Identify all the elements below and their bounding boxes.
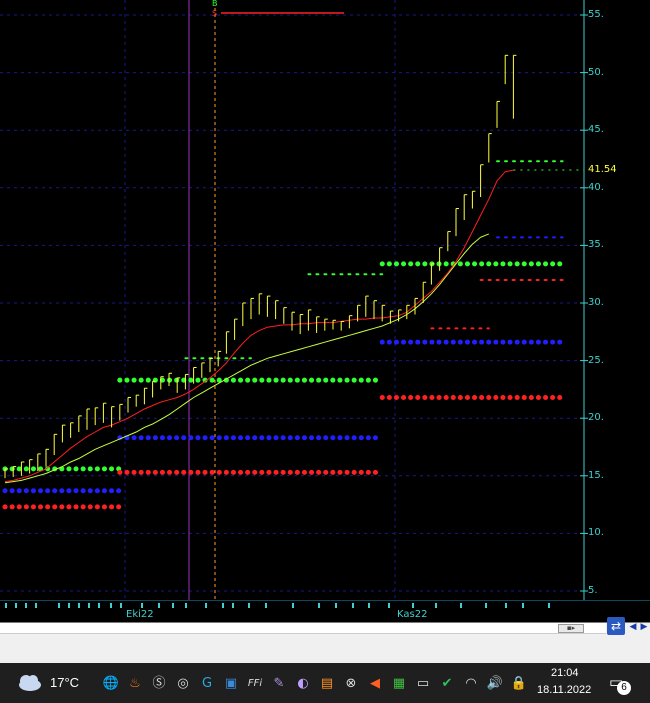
- time-tick: [435, 603, 437, 608]
- chat-app-icon[interactable]: ◐: [294, 675, 312, 693]
- price-tick-label: 25.: [588, 354, 604, 366]
- time-tick: [120, 603, 122, 608]
- last-price-label: 41.54: [588, 164, 617, 175]
- wb-app-icon[interactable]: ▣: [222, 675, 240, 693]
- price-chart[interactable]: BS: [0, 0, 650, 600]
- time-tick: [232, 603, 234, 608]
- time-tick: [15, 603, 17, 608]
- time-tick: [460, 603, 462, 608]
- slow-ma-line: [4, 233, 489, 484]
- time-tick: [412, 603, 414, 608]
- time-tick: [25, 603, 27, 608]
- windows-taskbar: 17°C 🌐 ♨ Ⓢ ◎ G ▣ FFi ✎ ◐ ▤ ⊗ ◀ ▦ ▭ ✔ ◠ 🔊…: [0, 663, 650, 703]
- time-tick: [185, 603, 187, 608]
- notification-count: 6: [617, 681, 631, 695]
- horizontal-scrollbar[interactable]: ▪▸: [0, 623, 606, 634]
- time-tick: [68, 603, 70, 608]
- time-tick: [522, 603, 524, 608]
- s-app-icon[interactable]: Ⓢ: [150, 675, 168, 693]
- time-tick: [485, 603, 487, 608]
- time-tick: [205, 603, 207, 608]
- speaker-muted-icon[interactable]: ◀: [366, 675, 384, 693]
- time-tick: [505, 603, 507, 608]
- steam-icon[interactable]: ◎: [174, 675, 192, 693]
- time-tick: [318, 603, 320, 608]
- price-tick-label: 45.: [588, 124, 604, 136]
- wifi-icon[interactable]: ◠: [462, 675, 480, 693]
- clock-date[interactable]: 18.11.2022: [537, 684, 591, 696]
- ffi-app-icon[interactable]: FFi: [246, 675, 264, 693]
- spreadsheet-icon[interactable]: ▦: [390, 675, 408, 693]
- time-tick: [368, 603, 370, 608]
- shield-check-icon[interactable]: ✔: [438, 675, 456, 693]
- time-tick: [292, 603, 294, 608]
- price-tick-label: 20.: [588, 412, 604, 424]
- time-tick: [265, 603, 267, 608]
- signal-label-s: S: [212, 9, 217, 18]
- time-tick: [172, 603, 174, 608]
- time-tick: [141, 603, 143, 608]
- price-tick-label: 50.: [588, 66, 604, 78]
- scrollbar-thumb[interactable]: ▪▸: [558, 624, 584, 633]
- price-tick-label: 30.: [588, 297, 604, 308]
- sync-icon[interactable]: ⇄: [607, 617, 625, 635]
- price-tick-label: 5.: [588, 585, 598, 596]
- time-tick: [548, 603, 550, 608]
- volume-icon[interactable]: 🔊: [486, 675, 504, 693]
- g-app-icon[interactable]: G: [198, 675, 216, 693]
- time-tick: [58, 603, 60, 608]
- time-tick: [5, 603, 7, 608]
- time-tick: [158, 603, 160, 608]
- time-tick: [352, 603, 354, 608]
- time-tick: [222, 603, 224, 608]
- price-tick-label: 15.: [588, 469, 604, 481]
- scroll-right-icon[interactable]: ▶: [638, 620, 650, 634]
- x-label-eki22: Eki22: [126, 609, 154, 620]
- lock-icon[interactable]: 🔒: [510, 675, 528, 693]
- time-tick: [388, 603, 390, 608]
- time-tick: [88, 603, 90, 608]
- pdf-app-icon[interactable]: ▤: [318, 675, 336, 693]
- time-axis: [0, 600, 650, 623]
- time-tick: [98, 603, 100, 608]
- chart-scroll-panel: ▪▸ ⇄ ◀ ▶: [0, 617, 650, 664]
- temperature[interactable]: 17°C: [50, 675, 79, 690]
- signal-label-b: B: [212, 0, 218, 8]
- clock-time[interactable]: 21:04: [551, 667, 579, 679]
- price-tick-label: 55.: [588, 9, 604, 20]
- time-tick: [78, 603, 80, 608]
- time-tick: [335, 603, 337, 608]
- fire-icon[interactable]: ♨: [126, 675, 144, 693]
- globe-icon[interactable]: 🌐: [102, 675, 120, 693]
- time-tick: [248, 603, 250, 608]
- price-tick-label: 40.: [588, 181, 604, 193]
- chart-canvas[interactable]: BS: [0, 0, 650, 600]
- time-tick: [35, 603, 37, 608]
- feather-icon[interactable]: ✎: [270, 675, 288, 693]
- price-tick-label: 10.: [588, 527, 604, 539]
- camera-blocked-icon[interactable]: ⊗: [342, 675, 360, 693]
- time-tick: [110, 603, 112, 608]
- fast-ma-line: [4, 169, 514, 483]
- battery-icon[interactable]: ▭: [414, 675, 432, 693]
- weather-icon[interactable]: [17, 672, 43, 692]
- price-tick-label: 35.: [588, 239, 604, 251]
- x-label-kas22: Kas22: [397, 609, 428, 620]
